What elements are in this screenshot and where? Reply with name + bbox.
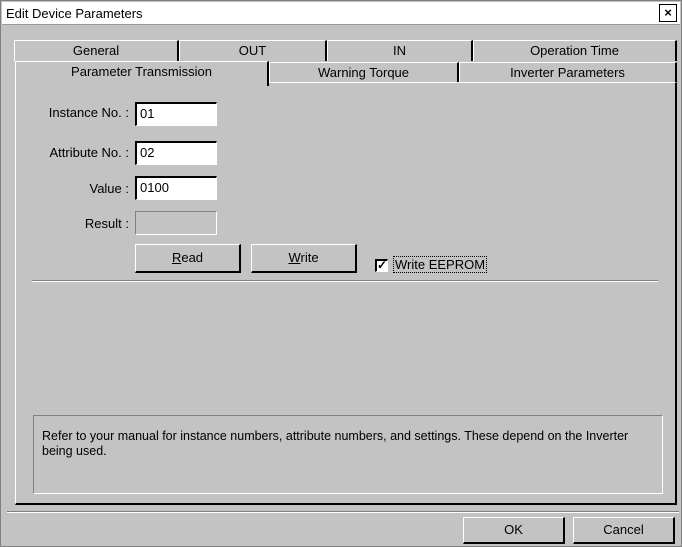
tab-inverter-parameters[interactable]: Inverter Parameters: [459, 62, 677, 83]
write-mnemonic: W: [288, 250, 301, 265]
info-box: Refer to your manual for instance number…: [33, 415, 663, 494]
window-title: Edit Device Parameters: [6, 6, 143, 21]
value-input[interactable]: 0100: [135, 176, 217, 200]
read-label: ead: [181, 250, 204, 265]
edit-device-parameters-dialog: Edit Device Parameters × General OUT IN …: [0, 0, 682, 547]
cancel-button[interactable]: Cancel: [573, 517, 675, 544]
value-label: Value :: [89, 181, 129, 196]
write-label: rite: [300, 250, 319, 265]
title-bar: Edit Device Parameters ×: [2, 2, 680, 25]
ok-button[interactable]: OK: [463, 517, 565, 544]
info-text: Refer to your manual for instance number…: [42, 429, 629, 458]
write-button[interactable]: Write: [251, 244, 357, 273]
instance-no-input[interactable]: 01: [135, 102, 217, 126]
close-icon[interactable]: ×: [659, 4, 677, 22]
tab-parameter-transmission[interactable]: Parameter Transmission: [15, 61, 269, 86]
separator: [32, 280, 658, 282]
write-eeprom-checkbox[interactable]: ✓: [375, 259, 388, 272]
write-eeprom-label[interactable]: Write EEPROM: [393, 256, 488, 273]
read-mnemonic: R: [171, 250, 182, 265]
instance-no-label: Instance No. :: [48, 105, 129, 120]
tab-operation-time[interactable]: Operation Time: [473, 40, 677, 61]
result-label: Result :: [84, 216, 129, 231]
read-button[interactable]: Read: [135, 244, 241, 273]
tab-in[interactable]: IN: [327, 40, 473, 61]
tab-general[interactable]: General: [14, 40, 179, 61]
tab-out[interactable]: OUT: [179, 40, 327, 61]
footer-separator: [7, 511, 679, 513]
attribute-no-input[interactable]: 02: [135, 141, 217, 165]
attribute-no-label: Attribute No. :: [49, 145, 129, 160]
tab-warning-torque[interactable]: Warning Torque: [269, 62, 459, 83]
result-field: [135, 211, 217, 235]
